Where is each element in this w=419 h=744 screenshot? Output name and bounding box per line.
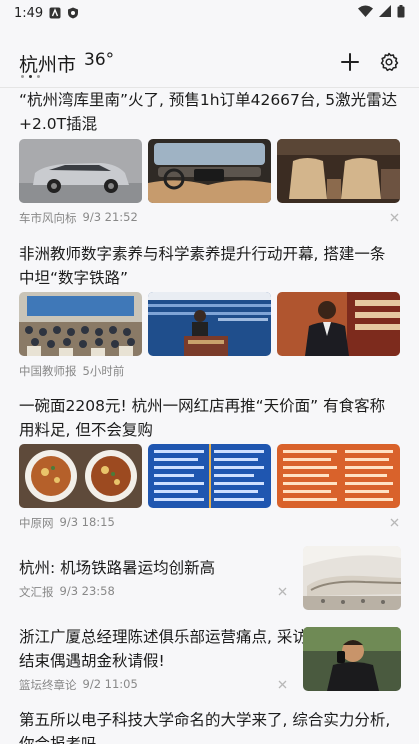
close-icon (278, 680, 286, 688)
news-item[interactable]: 浙江广厦总经理陈述俱乐部运营痛点, 采访结束偶遇胡金秋请假! 篮坛终章论 9/2… (0, 627, 419, 703)
news-thumbnails (19, 139, 400, 203)
thumbnail-car-rear-seats[interactable] (277, 139, 400, 203)
news-meta: 文汇报 9/3 23:58 (19, 584, 115, 600)
news-source: 中国教师报 (19, 364, 77, 378)
plus-icon (341, 53, 359, 71)
news-meta: 中原网 9/3 18:15 (19, 515, 115, 531)
news-time: 9/3 21:52 (82, 210, 138, 224)
news-meta: 车市风向标 9/3 21:52 (19, 210, 138, 226)
close-icon (390, 213, 398, 221)
battery-icon (397, 4, 405, 22)
thumbnail-conference-hall[interactable] (19, 292, 142, 356)
news-title[interactable]: “杭州湾库里南”火了, 预售1h订单42667台, 5激光雷达+2.0T插混 (19, 88, 399, 136)
news-source: 篮坛终章论 (19, 678, 77, 692)
news-meta: 篮坛终章论 9/2 11:05 (19, 677, 138, 693)
thumbnail-suv-exterior[interactable] (19, 139, 142, 203)
news-item[interactable]: “杭州湾库里南”火了, 预售1h订单42667台, 5激光雷达+2.0T插混 车… (0, 88, 419, 238)
thumbnail-interview-photo[interactable] (303, 627, 401, 691)
thumbnail-speaker-podium[interactable] (148, 292, 271, 356)
thumbnail-railway-station[interactable] (303, 546, 401, 610)
news-title[interactable]: 浙江广厦总经理陈述俱乐部运营痛点, 采访结束偶遇胡金秋请假! (19, 625, 314, 673)
gear-icon (380, 52, 399, 72)
news-title[interactable]: 一碗面2208元! 杭州一网红店再推“天价面” 有食客称用料足, 但不会复购 (19, 394, 399, 442)
thumbnail-car-interior[interactable] (148, 139, 271, 203)
dismiss-button[interactable] (275, 677, 289, 691)
news-item[interactable]: 非洲教师数字素养与科学素养提升行动开幕, 搭建一条中坦“数字铁路” 中国教师报 … (0, 242, 419, 392)
page-dot (37, 75, 40, 78)
city-name[interactable]: 杭州市 (19, 50, 76, 77)
news-title[interactable]: 第五所以电子科技大学命名的大学来了, 综合实力分析, 你会报考吗 (19, 708, 399, 744)
news-time: 9/3 18:15 (59, 515, 115, 529)
page-indicator (21, 75, 40, 78)
status-bar: 1:49 (0, 0, 419, 26)
close-icon (390, 518, 398, 526)
thumbnail-blue-menu[interactable] (148, 444, 271, 508)
weather-header: 杭州市 36° (0, 40, 419, 88)
thumbnail-noodle-bowls[interactable] (19, 444, 142, 508)
signal-icon (379, 5, 391, 21)
news-title[interactable]: 非洲教师数字素养与科学素养提升行动开幕, 搭建一条中坦“数字铁路” (19, 242, 399, 290)
news-feed[interactable]: “杭州湾库里南”火了, 预售1h订单42667台, 5激光雷达+2.0T插混 车… (0, 88, 419, 744)
page-dot-active (29, 75, 32, 78)
add-city-button[interactable] (336, 48, 364, 76)
news-title[interactable]: 杭州: 机场铁路暑运均创新高 (19, 556, 289, 580)
dismiss-button[interactable] (387, 210, 401, 224)
thumbnail-man-speaker[interactable] (277, 292, 400, 356)
news-time: 9/2 11:05 (82, 677, 138, 691)
status-time: 1:49 (14, 5, 44, 21)
news-item[interactable]: 一碗面2208元! 杭州一网红店再推“天价面” 有食客称用料足, 但不会复购 中… (0, 394, 419, 540)
settings-button[interactable] (375, 48, 403, 76)
news-source: 中原网 (19, 516, 54, 530)
notification-a-icon (49, 7, 61, 19)
shield-notification-icon (67, 7, 79, 19)
dismiss-button[interactable] (387, 515, 401, 529)
dismiss-button[interactable] (275, 584, 289, 598)
news-item[interactable]: 第五所以电子科技大学命名的大学来了, 综合实力分析, 你会报考吗 (0, 708, 419, 744)
close-icon (278, 587, 286, 595)
news-time: 5小时前 (82, 364, 125, 378)
news-time: 9/3 23:58 (59, 584, 115, 598)
thumbnail-orange-menu[interactable] (277, 444, 400, 508)
news-item[interactable]: 杭州: 机场铁路暑运均创新高 文汇报 9/3 23:58 (0, 546, 419, 622)
page-dot (21, 75, 24, 78)
temperature: 36° (84, 50, 115, 70)
news-thumbnails (19, 292, 400, 356)
news-source: 车市风向标 (19, 211, 77, 225)
news-thumbnails (19, 444, 400, 508)
news-source: 文汇报 (19, 585, 54, 599)
news-meta: 中国教师报 5小时前 (19, 363, 124, 379)
wifi-icon (358, 5, 373, 21)
